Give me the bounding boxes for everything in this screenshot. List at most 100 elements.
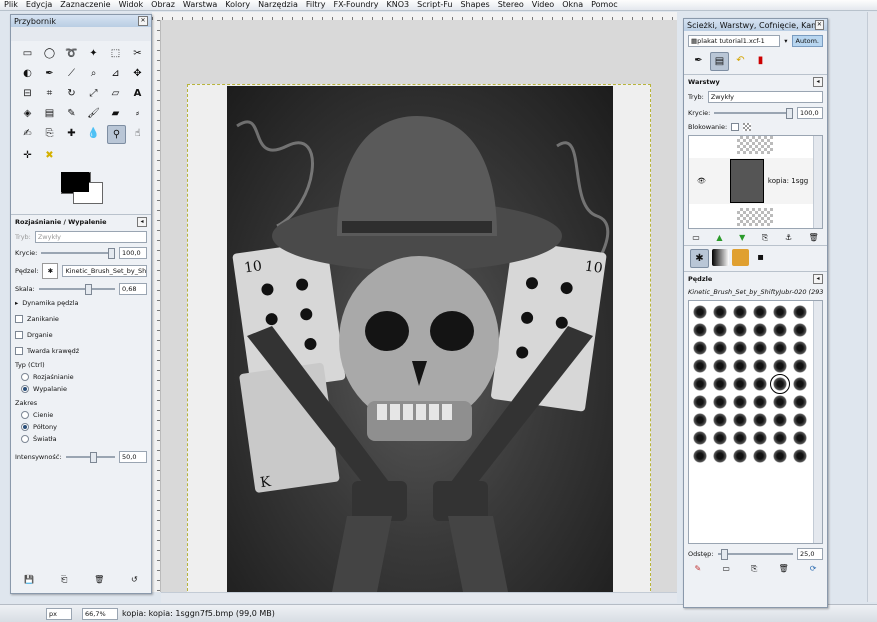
- layer-row-active[interactable]: 👁 kopia: 1sgg: [689, 158, 815, 204]
- brush-thumb[interactable]: [713, 377, 727, 391]
- toolbox-titlebar[interactable]: Przybornik ✕: [11, 15, 151, 27]
- brush-thumb[interactable]: [733, 305, 747, 319]
- brush-thumb[interactable]: [793, 449, 807, 463]
- brush-thumb[interactable]: [713, 341, 727, 355]
- ink-icon[interactable]: ✍: [19, 125, 36, 142]
- clone-icon[interactable]: ⎘: [41, 125, 58, 142]
- brush-thumb[interactable]: [733, 377, 747, 391]
- eye-icon[interactable]: 👁: [697, 177, 706, 185]
- heal-icon[interactable]: ✚: [63, 125, 80, 142]
- measure-icon[interactable]: ⊿: [107, 65, 124, 82]
- color-swatches[interactable]: [61, 172, 151, 210]
- brush-thumb[interactable]: [793, 305, 807, 319]
- jitter-row[interactable]: Drganie: [11, 325, 151, 341]
- close-icon[interactable]: ✕: [138, 16, 148, 26]
- brush-thumb[interactable]: [753, 431, 767, 445]
- range-midtones-radio[interactable]: [21, 423, 29, 431]
- brush-thumb[interactable]: [753, 395, 767, 409]
- menu-image[interactable]: Obraz: [147, 0, 179, 10]
- shear-icon[interactable]: ▱: [107, 85, 124, 102]
- brush-thumb[interactable]: [713, 395, 727, 409]
- menu-script-fu[interactable]: Script-Fu: [413, 0, 456, 10]
- dock-titlebar[interactable]: Ścieżki, Warstwy, Cofnięcie, Kana... ✕: [684, 19, 827, 31]
- new-brush-icon[interactable]: ▭: [722, 564, 730, 574]
- jitter-checkbox[interactable]: [15, 331, 23, 339]
- image-canvas[interactable]: 10 K 10: [161, 20, 677, 592]
- layer-mode-select[interactable]: Zwykły: [707, 91, 823, 103]
- brush-thumb[interactable]: [733, 341, 747, 355]
- move-icon[interactable]: ✥: [129, 65, 146, 82]
- pencil-icon[interactable]: ✎: [63, 105, 80, 122]
- layer-opacity-input[interactable]: 100,0: [797, 107, 823, 119]
- brush-thumb[interactable]: [713, 449, 727, 463]
- menu-shapes[interactable]: Shapes: [456, 0, 493, 10]
- fade-row[interactable]: Zanikanie: [11, 309, 151, 325]
- brush-thumb[interactable]: [793, 323, 807, 337]
- type-dodge-radio[interactable]: [21, 373, 29, 381]
- opacity-slider[interactable]: [41, 248, 115, 259]
- auto-button[interactable]: Autom.: [791, 35, 823, 47]
- scissors-icon[interactable]: ✂: [129, 45, 146, 62]
- restore-options-icon[interactable]: ⎗: [61, 575, 67, 585]
- tab-channels-icon[interactable]: ▮: [752, 52, 769, 69]
- menu-stereo[interactable]: Stereo: [494, 0, 528, 10]
- brush-thumb[interactable]: [733, 449, 747, 463]
- exposure-input[interactable]: 50,0: [119, 451, 147, 463]
- anchor-layer-icon[interactable]: ⚓: [785, 233, 792, 243]
- duplicate-layer-icon[interactable]: ⎘: [762, 233, 768, 243]
- layer-row-bottom[interactable]: [737, 208, 773, 226]
- perspective-clone-icon[interactable]: ✛: [19, 147, 36, 164]
- menu-tools[interactable]: Narzędzia: [254, 0, 302, 10]
- tab-undo-icon[interactable]: ↶: [732, 52, 749, 69]
- range-highlights-row[interactable]: Światła: [11, 433, 151, 445]
- layer-list-scrollbar[interactable]: [813, 136, 822, 228]
- fade-checkbox[interactable]: [15, 315, 23, 323]
- hard-edge-checkbox[interactable]: [15, 347, 23, 355]
- brush-thumb[interactable]: [773, 395, 787, 409]
- scale-input[interactable]: 0,68: [119, 283, 147, 295]
- brush-preview-icon[interactable]: ✱: [42, 263, 59, 279]
- color-select-icon[interactable]: ⬚: [107, 45, 124, 62]
- ellipse-select-icon[interactable]: ◯: [41, 45, 58, 62]
- brush-thumb[interactable]: [773, 413, 787, 427]
- spacing-slider[interactable]: [717, 549, 793, 560]
- text-tool-icon[interactable]: A: [129, 85, 146, 102]
- brush-thumb[interactable]: [753, 323, 767, 337]
- poster-image[interactable]: 10 K 10: [227, 86, 613, 592]
- brush-thumb[interactable]: [793, 395, 807, 409]
- align-icon[interactable]: ⊟: [19, 85, 36, 102]
- save-options-icon[interactable]: 💾: [24, 575, 34, 585]
- menu-edit[interactable]: Edycja: [22, 0, 56, 10]
- brush-grid[interactable]: [688, 300, 823, 544]
- tab-menu-icon[interactable]: ◂: [137, 217, 147, 227]
- brush-thumb[interactable]: [793, 377, 807, 391]
- brush-thumb[interactable]: [773, 341, 787, 355]
- menu-view[interactable]: Widok: [115, 0, 148, 10]
- brush-thumb[interactable]: [773, 305, 787, 319]
- fuzzy-select-icon[interactable]: ✦: [85, 45, 102, 62]
- rect-select-icon[interactable]: ▭: [19, 45, 36, 62]
- brush-thumb[interactable]: [693, 359, 707, 373]
- tab-paths-icon[interactable]: ✒: [690, 52, 707, 69]
- star-icon[interactable]: ✖: [41, 147, 58, 164]
- tab-patterns-icon[interactable]: [732, 249, 749, 266]
- vertical-ruler[interactable]: [152, 20, 161, 592]
- close-icon[interactable]: ✕: [814, 20, 824, 30]
- range-highlights-radio[interactable]: [21, 435, 29, 443]
- brush-thumb[interactable]: [693, 377, 707, 391]
- menu-kno3[interactable]: KNO3: [383, 0, 414, 10]
- menu-filters[interactable]: Filtry: [302, 0, 330, 10]
- duplicate-brush-icon[interactable]: ⎘: [751, 564, 757, 574]
- eraser-icon[interactable]: ▰: [107, 105, 124, 122]
- brush-thumb[interactable]: [753, 305, 767, 319]
- delete-brush-icon[interactable]: 🗑: [779, 564, 789, 574]
- brush-thumb[interactable]: [753, 377, 767, 391]
- brush-thumb[interactable]: [733, 323, 747, 337]
- range-shadows-radio[interactable]: [21, 411, 29, 419]
- brush-thumb[interactable]: [713, 323, 727, 337]
- menu-colors[interactable]: Kolory: [221, 0, 254, 10]
- brush-grid-scrollbar[interactable]: [813, 301, 822, 543]
- brush-thumb[interactable]: [773, 449, 787, 463]
- color-picker-icon[interactable]: ⟋: [63, 65, 80, 82]
- brush-thumb[interactable]: [693, 431, 707, 445]
